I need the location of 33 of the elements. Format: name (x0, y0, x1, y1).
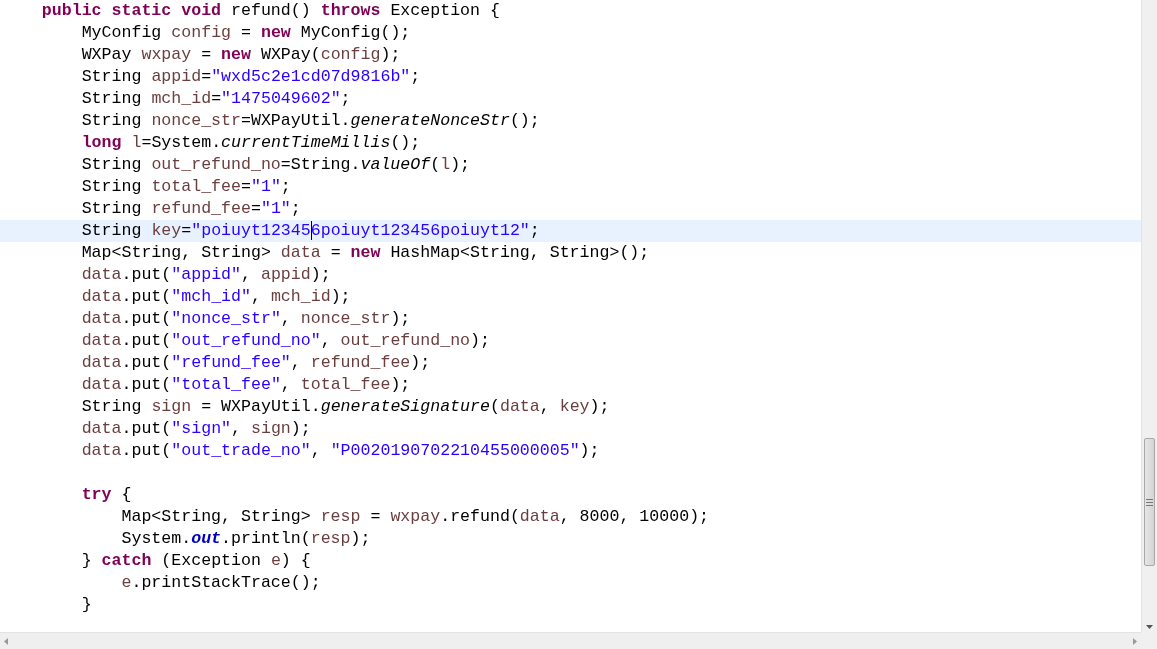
code-line: Map<String, String> data = new HashMap<String, String>(); (80, 242, 651, 264)
horizontal-scrollbar[interactable] (0, 632, 1141, 649)
scroll-right-arrow-icon[interactable] (1133, 637, 1137, 645)
code-line: String mch_id="1475049602"; (80, 88, 352, 110)
code-line: String appid="wxd5c2e1cd07d9816b"; (80, 66, 422, 88)
code-line: String refund_fee="1"; (80, 198, 302, 220)
code-line: String total_fee="1"; (80, 176, 292, 198)
code-line: System.out.println(resp); (120, 528, 372, 550)
code-line: data.put("refund_fee", refund_fee); (80, 352, 432, 374)
code-line: data.put("mch_id", mch_id); (80, 286, 352, 308)
code-line: Map<String, String> resp = wxpay.refund(data, 8000, 10000); (120, 506, 711, 528)
code-line: MyConfig config = new MyConfig(); (80, 22, 412, 44)
scroll-left-arrow-icon[interactable] (4, 637, 8, 645)
code-line: String sign = WXPayUtil.generateSignature(data, key); (80, 396, 611, 418)
code-line: WXPay wxpay = new WXPay(config); (80, 44, 402, 66)
code-line: data.put("sign", sign); (80, 418, 312, 440)
code-line: data.put("total_fee", total_fee); (80, 374, 412, 396)
code-line: data.put("nonce_str", nonce_str); (80, 308, 412, 330)
scroll-down-arrow-icon[interactable] (1146, 625, 1153, 629)
code-line: data.put("appid", appid); (80, 264, 332, 286)
vertical-scrollbar[interactable] (1141, 0, 1157, 632)
grip-icon (1146, 498, 1153, 506)
code-line: try { (80, 484, 133, 506)
code-line: String out_refund_no=String.valueOf(l); (80, 154, 472, 176)
code-line: e.printStackTrace(); (120, 572, 322, 594)
code-line: public static void refund() throws Exception { (40, 0, 501, 22)
code-line: } (80, 594, 93, 616)
code-line: String nonce_str=WXPayUtil.generateNonceStr(); (80, 110, 541, 132)
code-line: data.put("out_refund_no", out_refund_no); (80, 330, 491, 352)
scrollbar-thumb[interactable] (1144, 438, 1155, 566)
code-line: } catch (Exception e) { (80, 550, 312, 572)
code-line: data.put("out_trade_no", "P0020190702210455000005"); (80, 440, 601, 462)
code-line: long l=System.currentTimeMillis(); (80, 132, 422, 154)
